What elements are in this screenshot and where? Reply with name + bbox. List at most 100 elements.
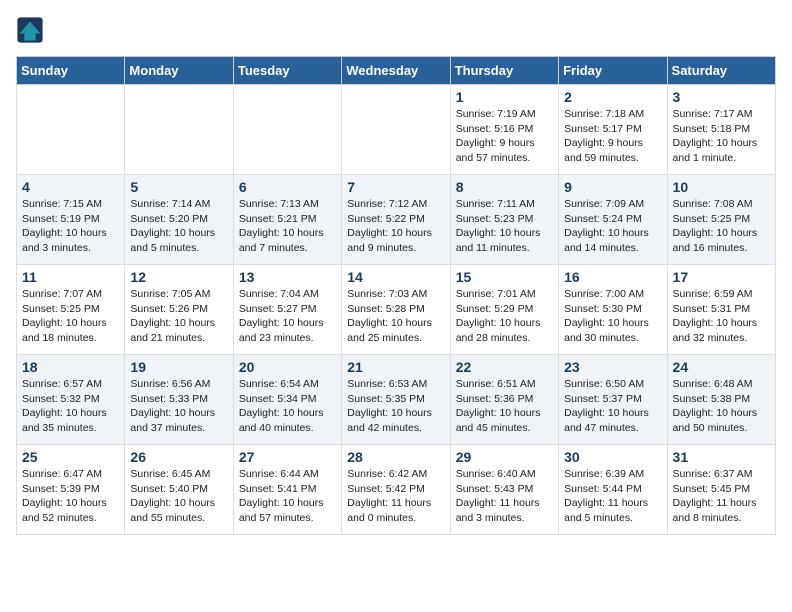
day-number: 18 <box>22 359 119 375</box>
day-number: 8 <box>456 179 553 195</box>
calendar-cell: 20 Sunrise: 6:54 AM Sunset: 5:34 PM Dayli… <box>233 355 341 445</box>
logo-icon <box>16 16 44 44</box>
calendar-cell: 2 Sunrise: 7:18 AM Sunset: 5:17 PM Daylig… <box>559 85 667 175</box>
day-info: Sunrise: 6:44 AM Sunset: 5:41 PM Dayligh… <box>239 467 336 526</box>
day-info: Sunrise: 6:56 AM Sunset: 5:33 PM Dayligh… <box>130 377 227 436</box>
calendar-cell: 17 Sunrise: 6:59 AM Sunset: 5:31 PM Dayli… <box>667 265 775 355</box>
calendar-cell: 6 Sunrise: 7:13 AM Sunset: 5:21 PM Daylig… <box>233 175 341 265</box>
day-number: 29 <box>456 449 553 465</box>
day-number: 6 <box>239 179 336 195</box>
day-number: 28 <box>347 449 444 465</box>
day-info: Sunrise: 7:04 AM Sunset: 5:27 PM Dayligh… <box>239 287 336 346</box>
calendar-week-2: 4Sunrise: 7:15 AM Sunset: 5:19 PM Daylig… <box>17 175 776 265</box>
day-info: Sunrise: 7:12 AM Sunset: 5:22 PM Dayligh… <box>347 197 444 256</box>
calendar-cell: 31 Sunrise: 6:37 AM Sunset: 5:45 PM Dayli… <box>667 445 775 535</box>
calendar-cell: 15 Sunrise: 7:01 AM Sunset: 5:29 PM Dayli… <box>450 265 558 355</box>
day-number: 2 <box>564 89 661 105</box>
day-number: 25 <box>22 449 119 465</box>
day-number: 7 <box>347 179 444 195</box>
day-number: 14 <box>347 269 444 285</box>
day-info: Sunrise: 7:07 AM Sunset: 5:25 PM Dayligh… <box>22 287 119 346</box>
calendar-cell: 12 Sunrise: 7:05 AM Sunset: 5:26 PM Dayli… <box>125 265 233 355</box>
calendar-cell: 4Sunrise: 7:15 AM Sunset: 5:19 PM Daylig… <box>17 175 125 265</box>
calendar-week-4: 18 Sunrise: 6:57 AM Sunset: 5:32 PM Dayli… <box>17 355 776 445</box>
day-info: Sunrise: 7:03 AM Sunset: 5:28 PM Dayligh… <box>347 287 444 346</box>
day-info: Sunrise: 7:08 AM Sunset: 5:25 PM Dayligh… <box>673 197 770 256</box>
day-number: 23 <box>564 359 661 375</box>
calendar-cell: 25 Sunrise: 6:47 AM Sunset: 5:39 PM Dayli… <box>17 445 125 535</box>
calendar-cell <box>125 85 233 175</box>
day-number: 1 <box>456 89 553 105</box>
day-number: 17 <box>673 269 770 285</box>
calendar-week-1: 1 Sunrise: 7:19 AM Sunset: 5:16 PM Daylig… <box>17 85 776 175</box>
day-number: 26 <box>130 449 227 465</box>
calendar-week-3: 11 Sunrise: 7:07 AM Sunset: 5:25 PM Dayli… <box>17 265 776 355</box>
day-info: Sunrise: 7:14 AM Sunset: 5:20 PM Dayligh… <box>130 197 227 256</box>
calendar-cell: 8 Sunrise: 7:11 AM Sunset: 5:23 PM Daylig… <box>450 175 558 265</box>
day-info: Sunrise: 6:51 AM Sunset: 5:36 PM Dayligh… <box>456 377 553 436</box>
calendar-cell: 14 Sunrise: 7:03 AM Sunset: 5:28 PM Dayli… <box>342 265 450 355</box>
day-info: Sunrise: 6:53 AM Sunset: 5:35 PM Dayligh… <box>347 377 444 436</box>
day-info: Sunrise: 6:39 AM Sunset: 5:44 PM Dayligh… <box>564 467 661 526</box>
calendar-cell <box>233 85 341 175</box>
logo <box>16 16 48 44</box>
day-info: Sunrise: 6:37 AM Sunset: 5:45 PM Dayligh… <box>673 467 770 526</box>
day-number: 5 <box>130 179 227 195</box>
day-info: Sunrise: 7:19 AM Sunset: 5:16 PM Dayligh… <box>456 107 553 166</box>
calendar-cell: 19Sunrise: 6:56 AM Sunset: 5:33 PM Dayli… <box>125 355 233 445</box>
calendar-cell <box>342 85 450 175</box>
day-info: Sunrise: 7:11 AM Sunset: 5:23 PM Dayligh… <box>456 197 553 256</box>
day-info: Sunrise: 7:18 AM Sunset: 5:17 PM Dayligh… <box>564 107 661 166</box>
day-header-wednesday: Wednesday <box>342 57 450 85</box>
day-number: 21 <box>347 359 444 375</box>
day-header-thursday: Thursday <box>450 57 558 85</box>
calendar-cell: 3Sunrise: 7:17 AM Sunset: 5:18 PM Daylig… <box>667 85 775 175</box>
calendar-cell: 24 Sunrise: 6:48 AM Sunset: 5:38 PM Dayli… <box>667 355 775 445</box>
day-info: Sunrise: 7:13 AM Sunset: 5:21 PM Dayligh… <box>239 197 336 256</box>
day-info: Sunrise: 6:54 AM Sunset: 5:34 PM Dayligh… <box>239 377 336 436</box>
day-number: 22 <box>456 359 553 375</box>
day-number: 20 <box>239 359 336 375</box>
calendar-cell: 7 Sunrise: 7:12 AM Sunset: 5:22 PM Daylig… <box>342 175 450 265</box>
calendar-cell: 23 Sunrise: 6:50 AM Sunset: 5:37 PM Dayli… <box>559 355 667 445</box>
calendar-week-5: 25 Sunrise: 6:47 AM Sunset: 5:39 PM Dayli… <box>17 445 776 535</box>
day-number: 12 <box>130 269 227 285</box>
calendar-cell: 10 Sunrise: 7:08 AM Sunset: 5:25 PM Dayli… <box>667 175 775 265</box>
calendar-body: 1 Sunrise: 7:19 AM Sunset: 5:16 PM Daylig… <box>17 85 776 535</box>
day-number: 4 <box>22 179 119 195</box>
day-number: 9 <box>564 179 661 195</box>
day-info: Sunrise: 6:50 AM Sunset: 5:37 PM Dayligh… <box>564 377 661 436</box>
day-info: Sunrise: 6:47 AM Sunset: 5:39 PM Dayligh… <box>22 467 119 526</box>
calendar-cell: 13 Sunrise: 7:04 AM Sunset: 5:27 PM Dayli… <box>233 265 341 355</box>
day-header-saturday: Saturday <box>667 57 775 85</box>
calendar-cell: 30 Sunrise: 6:39 AM Sunset: 5:44 PM Dayli… <box>559 445 667 535</box>
day-header-monday: Monday <box>125 57 233 85</box>
day-header-tuesday: Tuesday <box>233 57 341 85</box>
calendar-cell <box>17 85 125 175</box>
day-number: 10 <box>673 179 770 195</box>
day-info: Sunrise: 7:00 AM Sunset: 5:30 PM Dayligh… <box>564 287 661 346</box>
day-info: Sunrise: 7:05 AM Sunset: 5:26 PM Dayligh… <box>130 287 227 346</box>
day-number: 30 <box>564 449 661 465</box>
day-number: 11 <box>22 269 119 285</box>
page-header <box>16 16 776 44</box>
calendar-cell: 27Sunrise: 6:44 AM Sunset: 5:41 PM Dayli… <box>233 445 341 535</box>
day-number: 15 <box>456 269 553 285</box>
day-info: Sunrise: 6:42 AM Sunset: 5:42 PM Dayligh… <box>347 467 444 526</box>
day-info: Sunrise: 7:17 AM Sunset: 5:18 PM Dayligh… <box>673 107 770 166</box>
day-number: 13 <box>239 269 336 285</box>
day-number: 31 <box>673 449 770 465</box>
calendar-cell: 28 Sunrise: 6:42 AM Sunset: 5:42 PM Dayli… <box>342 445 450 535</box>
day-info: Sunrise: 6:59 AM Sunset: 5:31 PM Dayligh… <box>673 287 770 346</box>
day-info: Sunrise: 7:01 AM Sunset: 5:29 PM Dayligh… <box>456 287 553 346</box>
day-info: Sunrise: 6:48 AM Sunset: 5:38 PM Dayligh… <box>673 377 770 436</box>
calendar-cell: 21 Sunrise: 6:53 AM Sunset: 5:35 PM Dayli… <box>342 355 450 445</box>
calendar-cell: 26Sunrise: 6:45 AM Sunset: 5:40 PM Dayli… <box>125 445 233 535</box>
day-info: Sunrise: 6:40 AM Sunset: 5:43 PM Dayligh… <box>456 467 553 526</box>
day-number: 24 <box>673 359 770 375</box>
calendar-cell: 18 Sunrise: 6:57 AM Sunset: 5:32 PM Dayli… <box>17 355 125 445</box>
calendar-cell: 11 Sunrise: 7:07 AM Sunset: 5:25 PM Dayli… <box>17 265 125 355</box>
day-info: Sunrise: 6:57 AM Sunset: 5:32 PM Dayligh… <box>22 377 119 436</box>
calendar-cell: 29 Sunrise: 6:40 AM Sunset: 5:43 PM Dayli… <box>450 445 558 535</box>
day-info: Sunrise: 7:09 AM Sunset: 5:24 PM Dayligh… <box>564 197 661 256</box>
